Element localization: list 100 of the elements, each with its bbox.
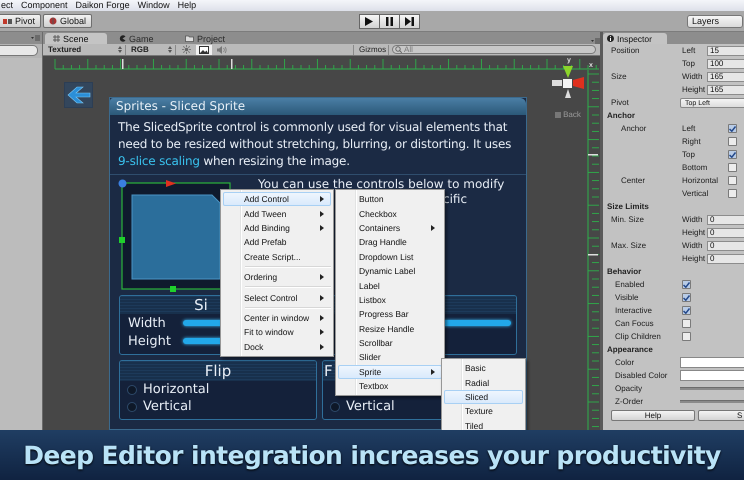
menu-item[interactable]: Tiled	[444, 418, 523, 433]
checkbox[interactable]	[728, 124, 737, 133]
dropdown-arrows-icon	[168, 46, 172, 53]
checkbox[interactable]	[728, 150, 737, 159]
menu-icon[interactable]	[31, 35, 40, 41]
menu-item[interactable]: Fit to window	[223, 325, 331, 340]
menu-item[interactable]: ect	[1, 0, 14, 11]
checkbox[interactable]	[682, 293, 691, 302]
menu-item[interactable]: Scrollbar	[338, 336, 442, 350]
radio-button[interactable]	[330, 402, 340, 412]
checkbox[interactable]	[728, 176, 737, 185]
button[interactable]: S	[698, 410, 744, 421]
tab[interactable]: Inspector	[603, 33, 667, 44]
number-field[interactable]: 165	[707, 84, 744, 94]
step-icon	[404, 16, 414, 26]
checkbox[interactable]	[728, 163, 737, 172]
pivot-button[interactable]: Pivot	[0, 14, 42, 28]
menu-item[interactable]: Progress Bar	[338, 307, 442, 322]
menu-item[interactable]: Create Script...	[223, 250, 331, 264]
description-text: The SlicedSprite control is commonly used for visual elements that need to be resized without stretching, blurring, or distorting. It uses 9-slice scaling when resizing the image.	[110, 115, 526, 175]
menu-item[interactable]: Listbox	[338, 292, 442, 308]
field-label: Left	[682, 124, 696, 133]
radio-button[interactable]	[127, 402, 137, 412]
radio-label: Vertical	[346, 399, 395, 414]
view-toggle-button[interactable]	[196, 44, 212, 54]
menu-item[interactable]: Center in window	[223, 310, 331, 326]
field-label: Color	[614, 358, 636, 367]
layers-dropdown[interactable]: Layers	[687, 14, 743, 28]
checkbox[interactable]	[728, 137, 737, 146]
menu-item[interactable]: Select Control	[223, 290, 331, 305]
menu-item[interactable]: Ordering	[223, 270, 331, 284]
menu-item[interactable]: Checkbox	[338, 206, 442, 221]
number-field[interactable]: 0	[707, 254, 744, 264]
play-icon	[365, 16, 374, 26]
help-button[interactable]: Help	[611, 410, 695, 421]
number-field[interactable]: 0	[707, 214, 744, 224]
menu-item[interactable]: Resize Handle	[338, 322, 442, 336]
checkbox[interactable]	[682, 319, 691, 328]
menu-item[interactable]: Dock	[223, 340, 331, 354]
section-heading: Anchor	[607, 111, 635, 120]
menu-item[interactable]: Sliced	[444, 390, 523, 404]
field-label: Top	[682, 150, 696, 159]
section-heading: Behavior	[607, 267, 642, 276]
channel-dropdown[interactable]: RGB	[126, 44, 176, 54]
field-label: Right	[682, 137, 702, 146]
search-field[interactable]: All	[392, 45, 596, 54]
menu-item[interactable]: Sprite	[338, 364, 442, 380]
menu-item[interactable]: Dynamic Label	[338, 264, 442, 278]
link[interactable]: 9-slice scaling	[118, 154, 200, 168]
gizmos-dropdown[interactable]: Gizmos	[353, 44, 389, 54]
field-label: Horizontal	[682, 176, 720, 185]
render-mode-dropdown[interactable]: Textured	[43, 44, 126, 54]
checkbox[interactable]	[728, 189, 737, 198]
slider-label: Height	[128, 334, 172, 348]
search-icon	[395, 46, 402, 53]
checkbox-icon	[555, 112, 562, 118]
globe-icon	[49, 17, 58, 25]
field-label: Interactive	[614, 306, 653, 315]
checkbox[interactable]	[682, 332, 691, 341]
menu-item[interactable]: Component	[21, 0, 68, 11]
global-button[interactable]: Global	[43, 14, 92, 28]
step-button[interactable]	[398, 14, 420, 28]
menu-item[interactable]: Add Prefab	[223, 235, 331, 250]
field-label: Height	[682, 228, 706, 237]
number-field[interactable]: 100	[707, 58, 744, 68]
play-button[interactable]	[358, 14, 380, 28]
menu-item[interactable]: Button	[338, 192, 442, 206]
menu-item[interactable]: Daikon Forge	[76, 0, 130, 11]
checkbox[interactable]	[682, 280, 691, 289]
number-field[interactable]: 0	[707, 240, 744, 250]
menu-item[interactable]: Radial	[444, 375, 523, 390]
menu-item[interactable]: Window	[138, 0, 170, 11]
menu-item[interactable]: Basic	[444, 361, 523, 376]
menu-item[interactable]: Dropdown List	[338, 250, 442, 264]
checkbox[interactable]	[682, 306, 691, 315]
menu-item[interactable]: Label	[338, 278, 442, 293]
back-arrow-button[interactable]	[64, 82, 93, 108]
menu-item[interactable]: Help	[178, 0, 196, 11]
tab[interactable]: Project	[177, 33, 239, 44]
menu-item[interactable]: Add Binding	[223, 220, 331, 236]
search-field[interactable]	[0, 45, 38, 56]
radio-button[interactable]	[127, 384, 137, 394]
number-field[interactable]: 15	[707, 46, 744, 56]
field-label: Clip Children	[614, 332, 662, 341]
field-label: Top	[682, 59, 696, 68]
tab[interactable]: Scene	[45, 33, 107, 44]
number-field[interactable]: 0	[707, 228, 744, 238]
menu-item[interactable]: Add Control	[223, 192, 331, 206]
menu-item[interactable]: Drag Handle	[338, 235, 442, 250]
menu-item[interactable]: Texture	[444, 404, 523, 419]
menu-item[interactable]: Textbox	[338, 379, 442, 394]
tab[interactable]: Game	[111, 33, 173, 44]
radio-label: Horizontal	[143, 382, 210, 397]
number-field[interactable]: 165	[707, 72, 744, 82]
menu-icon[interactable]	[591, 38, 600, 44]
menu-item[interactable]: Slider	[338, 350, 442, 365]
pivot-icon	[3, 18, 12, 24]
pause-button[interactable]	[378, 14, 400, 28]
menu-item[interactable]: Add Tween	[223, 206, 331, 221]
menu-item[interactable]: Containers	[338, 220, 442, 236]
